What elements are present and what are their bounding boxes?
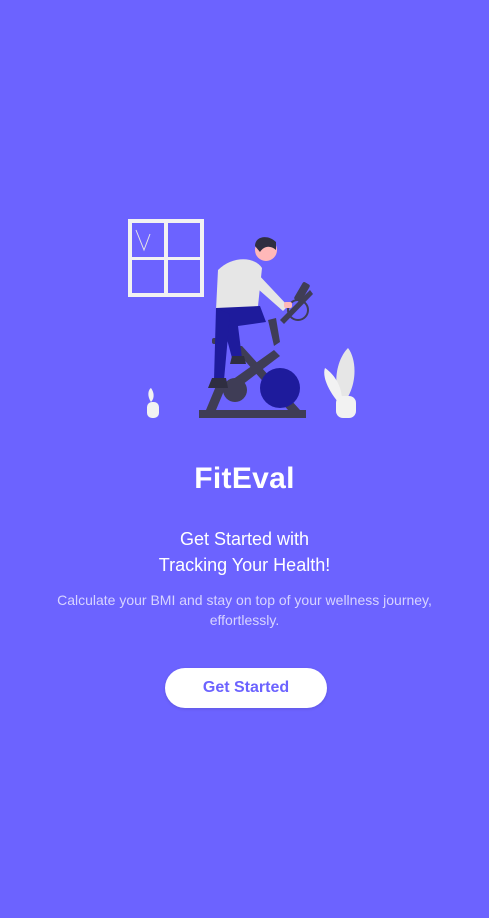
onboarding-subtitle: Calculate your BMI and stay on top of yo… bbox=[57, 592, 432, 628]
headline-line-1: Get Started with bbox=[179, 529, 310, 549]
onboarding-headline: Get Started with Tracking Your Health! bbox=[0, 526, 489, 578]
exercise-bike-illustration bbox=[128, 219, 356, 418]
window-icon bbox=[128, 219, 204, 297]
headline-line-2: Tracking Your Health! bbox=[158, 555, 331, 575]
plant-small-icon bbox=[147, 388, 159, 418]
get-started-button[interactable]: Get Started bbox=[165, 668, 327, 708]
plant-large-icon bbox=[324, 348, 356, 418]
onboarding-screen: FitEval Get Started with Tracking Your H… bbox=[0, 0, 489, 918]
app-title: FitEval bbox=[194, 462, 295, 495]
